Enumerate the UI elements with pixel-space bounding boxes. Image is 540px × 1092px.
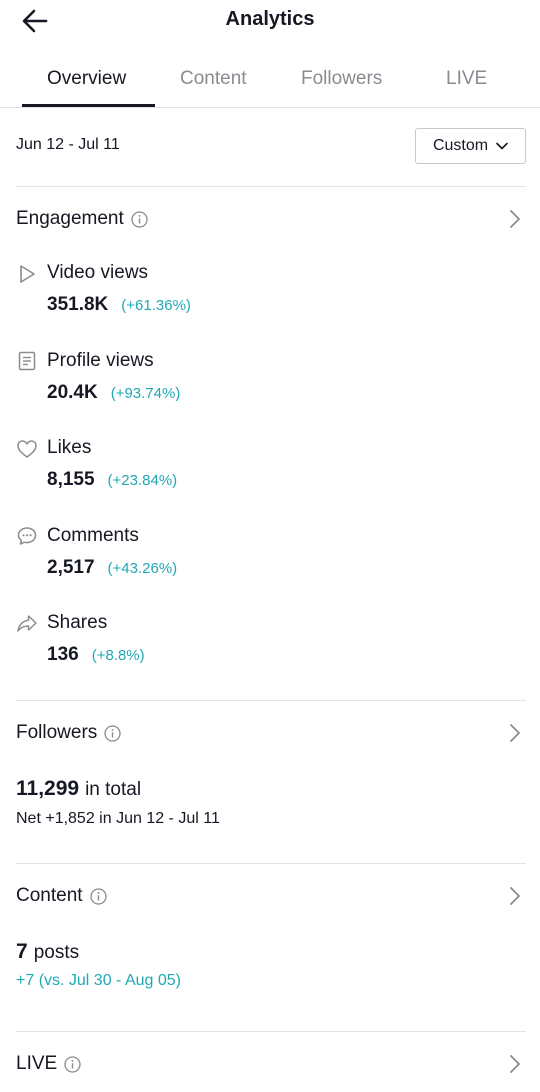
active-tab-indicator xyxy=(22,104,155,107)
metric-value-row: 2,517 (+43.26%) xyxy=(47,557,177,579)
metric-label: Video views xyxy=(47,262,149,283)
custom-dropdown-label: Custom xyxy=(432,137,489,154)
chevron-right-icon[interactable] xyxy=(507,1054,523,1074)
content-count-suffix: posts xyxy=(33,942,80,963)
chevron-right-icon[interactable] xyxy=(507,886,523,906)
live-header[interactable]: LIVE xyxy=(16,1053,81,1075)
content-comparison: +7 (vs. Jul 30 - Aug 05) xyxy=(16,972,181,989)
metric-value: 2,517 xyxy=(47,557,95,578)
metric-value: 136 xyxy=(47,644,79,665)
heart-icon xyxy=(17,440,37,458)
metric-value: 8,155 xyxy=(47,469,95,490)
chevron-right-icon[interactable] xyxy=(507,723,523,743)
metric-change: (+93.74%) xyxy=(110,385,181,402)
comment-icon xyxy=(17,527,37,545)
live-title: LIVE xyxy=(16,1053,58,1074)
metric-value-row: 20.4K (+93.74%) xyxy=(47,382,180,404)
followers-net-change: Net +1,852 in Jun 12 - Jul 11 xyxy=(16,810,220,827)
metric-value-row: 136 (+8.8%) xyxy=(47,644,145,666)
tab-content[interactable]: Content xyxy=(180,68,247,90)
info-icon[interactable] xyxy=(64,1055,81,1073)
followers-title: Followers xyxy=(16,722,98,743)
profile-doc-icon xyxy=(18,351,36,371)
divider xyxy=(16,186,526,187)
metric-value: 20.4K xyxy=(47,382,98,403)
info-icon[interactable] xyxy=(104,724,121,742)
tab-bar: Overview Content Followers LIVE xyxy=(0,56,540,108)
play-icon xyxy=(20,265,35,283)
custom-date-dropdown[interactable]: Custom xyxy=(415,128,526,164)
tab-overview[interactable]: Overview xyxy=(47,68,126,90)
content-posts-count: 7 posts xyxy=(16,940,79,964)
divider xyxy=(16,863,526,864)
followers-total-suffix: in total xyxy=(85,779,142,800)
metric-value: 351.8K xyxy=(47,294,109,315)
share-icon xyxy=(17,615,37,632)
metric-value-row: 351.8K (+61.36%) xyxy=(47,294,191,316)
metric-change: (+61.36%) xyxy=(121,297,191,314)
chevron-down-icon xyxy=(496,142,508,150)
metric-change: (+43.26%) xyxy=(107,560,178,577)
content-count-value: 7 xyxy=(16,940,28,963)
chevron-right-icon[interactable] xyxy=(507,209,523,229)
content-header[interactable]: Content xyxy=(16,885,107,907)
page-title: Analytics xyxy=(225,8,315,30)
divider xyxy=(16,1031,526,1032)
metric-label: Likes xyxy=(47,437,92,458)
engagement-title: Engagement xyxy=(16,208,124,229)
info-icon[interactable] xyxy=(89,887,107,905)
tab-live[interactable]: LIVE xyxy=(446,68,487,90)
followers-header[interactable]: Followers xyxy=(16,722,121,744)
date-range-label: Jun 12 - Jul 11 xyxy=(16,136,120,153)
followers-total-value: 11,299 xyxy=(16,777,80,800)
top-bar: Analytics xyxy=(0,0,540,40)
metric-label: Profile views xyxy=(47,350,154,371)
metric-label: Comments xyxy=(47,525,139,546)
info-icon[interactable] xyxy=(131,210,148,228)
followers-total: 11,299 in total xyxy=(16,777,141,801)
metric-change: (+8.8%) xyxy=(91,647,145,664)
content-title: Content xyxy=(16,885,83,906)
tab-followers[interactable]: Followers xyxy=(301,68,382,90)
metric-change: (+23.84%) xyxy=(107,472,178,489)
divider xyxy=(16,700,526,701)
metric-value-row: 8,155 (+23.84%) xyxy=(47,469,177,491)
engagement-header[interactable]: Engagement xyxy=(16,208,148,230)
metric-label: Shares xyxy=(47,612,108,633)
